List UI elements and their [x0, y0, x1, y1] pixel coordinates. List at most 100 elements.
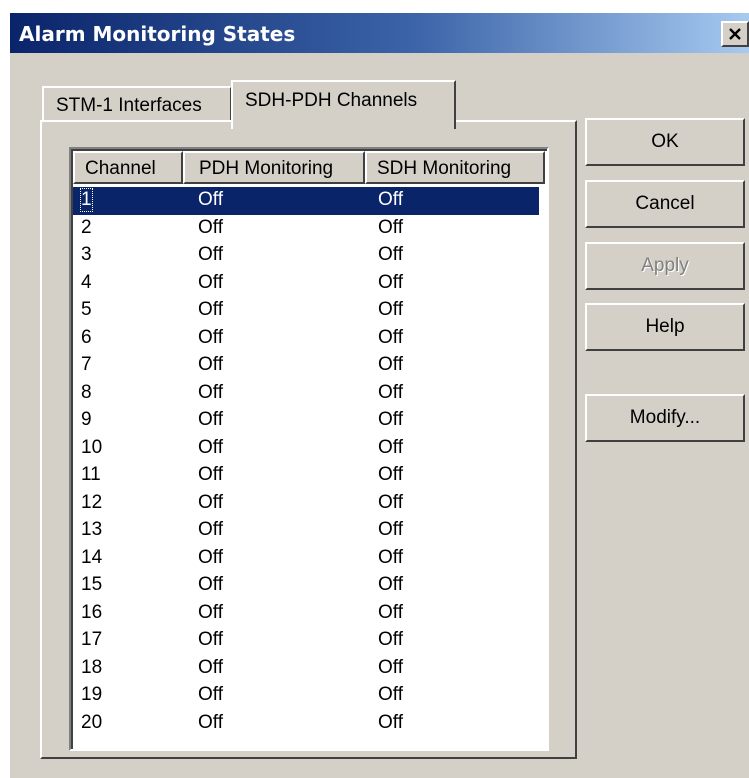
sdh-monitoring-cell: Off — [378, 409, 403, 430]
pdh-monitoring-cell: Off — [198, 711, 223, 733]
tab-label: SDH-PDH Channels — [245, 90, 418, 111]
channel-cell: 3 — [81, 244, 92, 265]
close-icon — [729, 28, 741, 40]
apply-button[interactable]: Apply — [585, 242, 745, 290]
column-header-label: Channel — [85, 158, 156, 179]
pdh-monitoring-cell: Off — [198, 381, 223, 403]
table-row[interactable]: 12 Off Off — [73, 490, 539, 518]
pdh-monitoring-cell: Off — [198, 574, 223, 595]
column-header-label: SDH Monitoring — [377, 158, 512, 179]
channel-cell: 13 — [81, 519, 103, 540]
column-header-label: PDH Monitoring — [199, 158, 334, 179]
sdh-monitoring-cell: Off — [378, 546, 403, 568]
table-row[interactable]: 19 Off Off — [73, 682, 539, 710]
sdh-monitoring-cell: Off — [378, 601, 403, 623]
table-row[interactable]: 5 Off Off — [73, 297, 539, 325]
channel-list[interactable]: Channel PDH Monitoring SDH Monitoring 1 O… — [69, 147, 549, 751]
table-row[interactable]: 18 Off Off — [73, 655, 539, 683]
alarm-monitoring-dialog: Alarm Monitoring States STM-1 Interfaces… — [10, 13, 749, 778]
pdh-monitoring-cell: Off — [198, 216, 223, 238]
tab-stm1-interfaces[interactable]: STM-1 Interfaces — [42, 86, 232, 124]
channel-cell: 18 — [81, 656, 103, 678]
sdh-monitoring-cell: Off — [378, 299, 403, 320]
table-row[interactable]: 8 Off Off — [73, 380, 539, 408]
table-row[interactable]: 9 Off Off — [73, 407, 539, 435]
sdh-monitoring-cell: Off — [378, 354, 403, 375]
column-header-sdh-monitoring[interactable]: SDH Monitoring — [365, 151, 545, 184]
sdh-monitoring-cell: Off — [378, 271, 403, 293]
pdh-monitoring-cell: Off — [198, 271, 223, 293]
sdh-monitoring-cell: Off — [378, 216, 403, 238]
channel-cell: 2 — [81, 216, 92, 238]
sdh-monitoring-cell: Off — [378, 326, 403, 348]
pdh-monitoring-cell: Off — [198, 299, 223, 320]
pdh-monitoring-cell: Off — [198, 601, 223, 623]
pdh-monitoring-cell: Off — [198, 244, 223, 265]
table-row[interactable]: 2 Off Off — [73, 215, 539, 243]
help-button[interactable]: Help — [585, 303, 745, 351]
tab-label: STM-1 Interfaces — [56, 95, 202, 116]
sdh-monitoring-cell: Off — [378, 574, 403, 595]
channel-cell: 20 — [81, 711, 103, 733]
sdh-monitoring-cell: Off — [378, 711, 403, 733]
sdh-monitoring-cell: Off — [378, 629, 403, 650]
title-bar[interactable]: Alarm Monitoring States — [10, 13, 749, 53]
sdh-monitoring-cell: Off — [378, 519, 403, 540]
channel-cell: 6 — [81, 326, 92, 348]
pdh-monitoring-cell: Off — [198, 354, 223, 375]
channel-cell: 16 — [81, 601, 103, 623]
channel-cell: 19 — [81, 684, 103, 705]
ok-button[interactable]: OK — [585, 118, 745, 166]
table-row[interactable]: 4 Off Off — [73, 270, 539, 298]
table-row[interactable]: 10 Off Off — [73, 435, 539, 463]
modify-button[interactable]: Modify... — [585, 394, 745, 442]
table-row[interactable]: 6 Off Off — [73, 325, 539, 353]
channel-cell: 10 — [81, 436, 103, 458]
channel-cell: 8 — [81, 381, 92, 403]
channel-cell: 12 — [81, 491, 103, 513]
channel-cell: 14 — [81, 546, 103, 568]
pdh-monitoring-cell: Off — [198, 546, 223, 568]
table-row[interactable]: 20 Off Off — [73, 710, 539, 738]
channel-cell: 1 — [80, 188, 93, 212]
table-row[interactable]: 3 Off Off — [73, 242, 539, 270]
table-row[interactable]: 11 Off Off — [73, 462, 539, 490]
sdh-monitoring-cell: Off — [378, 491, 403, 513]
table-row[interactable]: 16 Off Off — [73, 600, 539, 628]
pdh-monitoring-cell: Off — [198, 656, 223, 678]
column-header-channel[interactable]: Channel — [73, 151, 183, 184]
pdh-monitoring-cell: Off — [198, 409, 223, 430]
table-row[interactable]: 7 Off Off — [73, 352, 539, 380]
pdh-monitoring-cell: Off — [198, 464, 223, 485]
channel-cell: 7 — [81, 354, 92, 375]
column-header-pdh-monitoring[interactable]: PDH Monitoring — [183, 151, 365, 184]
window-title: Alarm Monitoring States — [19, 22, 296, 46]
channel-cell: 5 — [81, 299, 92, 320]
sdh-monitoring-cell: Off — [378, 381, 403, 403]
sdh-monitoring-cell: Off — [378, 436, 403, 458]
table-row[interactable]: 17 Off Off — [73, 627, 539, 655]
table-row[interactable]: 14 Off Off — [73, 545, 539, 573]
cancel-button[interactable]: Cancel — [585, 180, 745, 228]
close-button[interactable] — [721, 21, 749, 47]
pdh-monitoring-cell: Off — [198, 436, 223, 458]
channel-cell: 15 — [81, 574, 103, 595]
sdh-monitoring-cell: Off — [378, 189, 403, 210]
pdh-monitoring-cell: Off — [198, 629, 223, 650]
sdh-monitoring-cell: Off — [378, 244, 403, 265]
channel-cell: 4 — [81, 271, 92, 293]
pdh-monitoring-cell: Off — [198, 519, 223, 540]
channel-list-frame: Channel PDH Monitoring SDH Monitoring 1 O… — [71, 149, 547, 749]
table-row[interactable]: 13 Off Off — [73, 517, 539, 545]
pdh-monitoring-cell: Off — [198, 326, 223, 348]
table-row[interactable]: 15 Off Off — [73, 572, 539, 600]
tab-sdh-pdh-channels[interactable]: SDH-PDH Channels — [231, 80, 456, 129]
table-row[interactable]: 1 Off Off — [73, 187, 539, 215]
table-rows: 1 Off Off 2 Off Off 3 Off Off 4 Off Off 5 Off Off 6 Off O… — [73, 187, 545, 737]
channel-cell: 9 — [81, 409, 92, 430]
sdh-monitoring-cell: Off — [378, 684, 403, 705]
pdh-monitoring-cell: Off — [198, 491, 223, 513]
channel-cell: 17 — [81, 629, 103, 650]
sdh-monitoring-cell: Off — [378, 656, 403, 678]
channel-cell: 11 — [81, 464, 101, 485]
